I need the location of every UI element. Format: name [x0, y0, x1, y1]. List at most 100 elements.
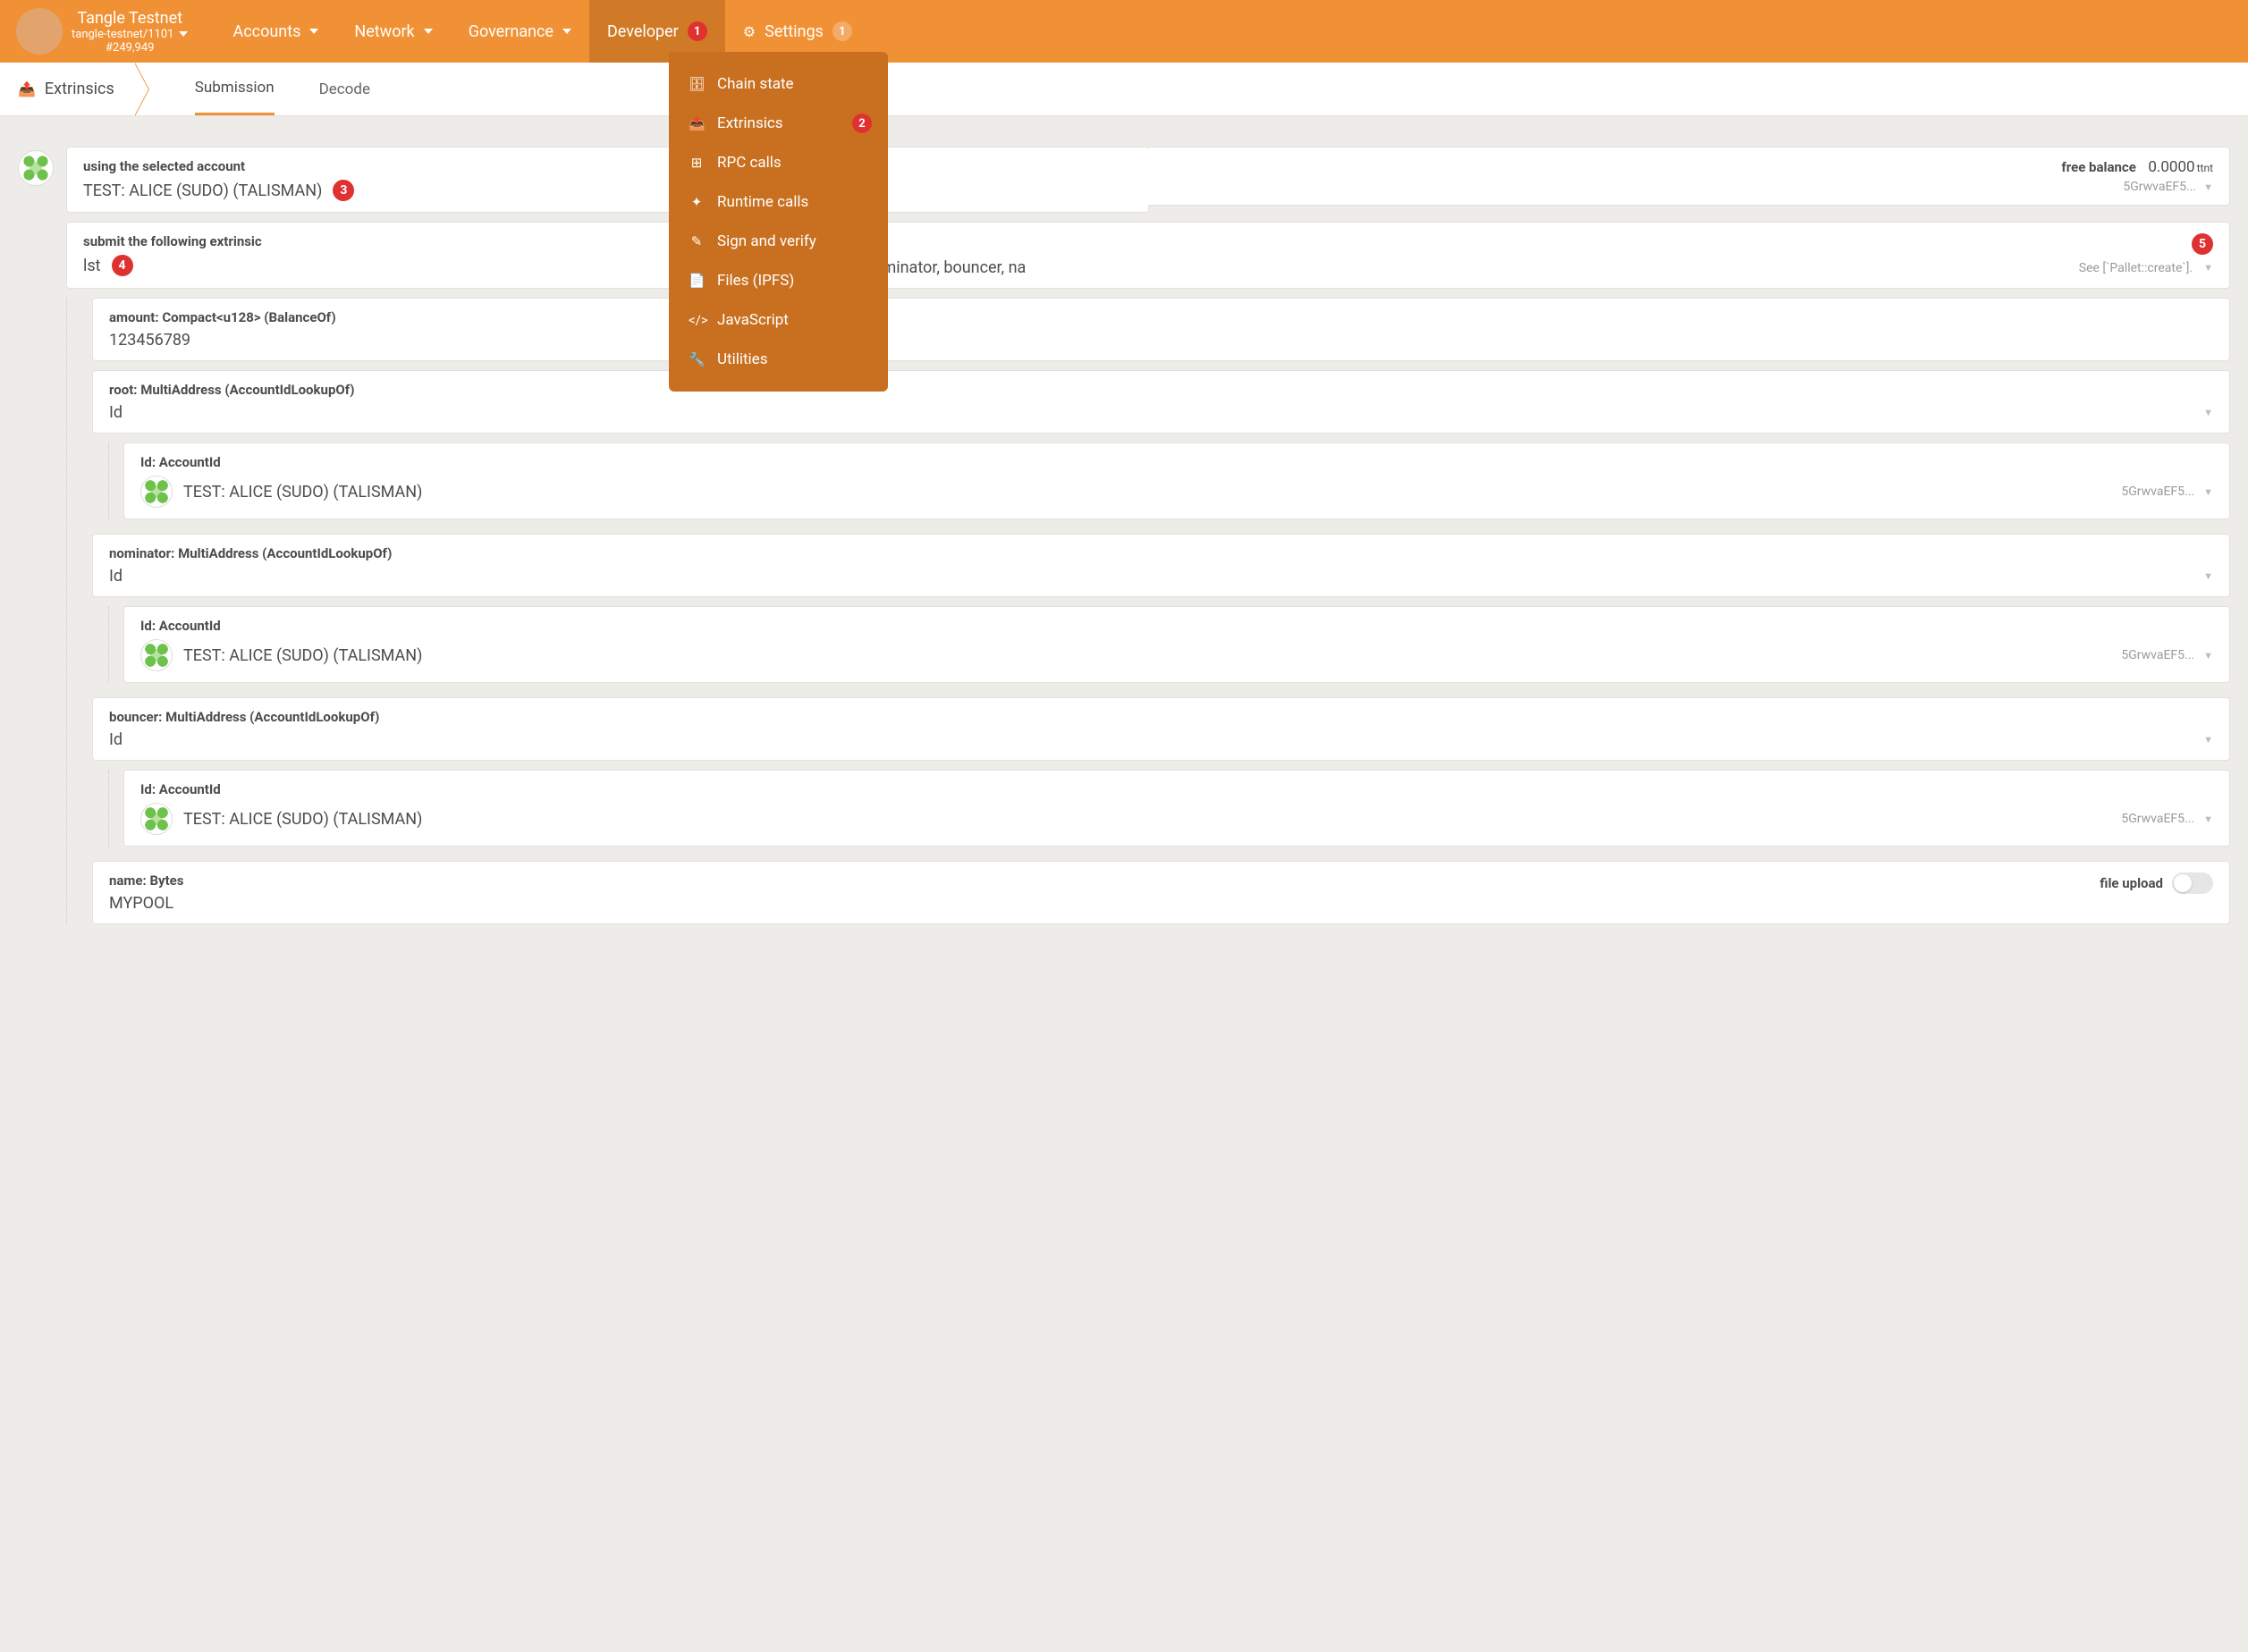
- balance-label: free balance: [2061, 159, 2135, 175]
- nav-accounts[interactable]: Accounts: [232, 22, 318, 41]
- field-label: amount: Compact<u128> (BalanceOf): [109, 309, 2213, 325]
- nav-network[interactable]: Network: [354, 22, 432, 41]
- code-icon: </>: [689, 312, 705, 328]
- param-name[interactable]: file upload name: Bytes MYPOOL: [92, 861, 2230, 924]
- short-address: 5GrwvaEF5...: [2121, 485, 2194, 499]
- dd-sign[interactable]: ✎Sign and verify: [669, 222, 888, 261]
- breadcrumb-arrow-icon: [136, 63, 150, 116]
- short-address: 5GrwvaEF5...: [2121, 648, 2194, 662]
- chevron-down-icon: ▼: [2203, 407, 2213, 418]
- param-amount[interactable]: amount: Compact<u128> (BalanceOf) 123456…: [92, 298, 2230, 361]
- file-icon: 📄: [689, 273, 705, 289]
- tab-decode[interactable]: Decode: [319, 64, 370, 114]
- chevron-down-icon: ▼: [2203, 734, 2213, 746]
- network-icon: ⊞: [689, 155, 705, 171]
- field-value: MYPOOL: [109, 894, 2213, 913]
- chevron-down-icon: ▼: [2203, 262, 2213, 274]
- top-nav: Tangle Testnet tangle-testnet/1101 #249,…: [0, 0, 2248, 63]
- runtime-icon: ✦: [689, 194, 705, 210]
- content: using the selected account TEST: ALICE (…: [0, 116, 2248, 951]
- dd-files[interactable]: 📄Files (IPFS): [669, 261, 888, 300]
- chevron-down-icon: [424, 29, 433, 34]
- tab-submission[interactable]: Submission: [195, 63, 275, 115]
- signature-icon: ✎: [689, 233, 705, 249]
- chevron-down-icon[interactable]: ▼: [2203, 181, 2213, 193]
- gear-icon: ⚙: [743, 23, 756, 40]
- nav-settings[interactable]: ⚙Settings1: [743, 21, 852, 41]
- chain-block: #249,949: [106, 41, 154, 55]
- pallet-value: lst: [83, 257, 101, 275]
- chain-spec: tangle-testnet/1101: [72, 28, 173, 41]
- nav-governance[interactable]: Governance: [469, 22, 571, 41]
- dd-runtime[interactable]: ✦Runtime calls: [669, 182, 888, 222]
- dd-utilities[interactable]: 🔧Utilities: [669, 340, 888, 379]
- identicon: [18, 150, 54, 186]
- field-label: Id: AccountId: [140, 781, 2213, 797]
- field-label: bouncer: MultiAddress (AccountIdLookupOf…: [109, 709, 2213, 725]
- dd-extrinsics[interactable]: 📤Extrinsics2: [669, 104, 888, 143]
- box-icon: 📤: [18, 80, 36, 97]
- balance-unit: ttnt: [2197, 162, 2213, 174]
- field-label: name: Bytes: [109, 872, 2213, 889]
- field-label: submit the following extrinsic: [83, 233, 682, 249]
- call-selector[interactable]: 5 create(amount, root, nominator, bounce…: [699, 222, 2230, 289]
- sub-nav: 📤 Extrinsics Submission Decode: [0, 63, 2248, 116]
- chevron-down-icon: ▼: [2203, 813, 2213, 825]
- chain-name: Tangle Testnet: [77, 9, 182, 28]
- short-address: 5GrwvaEF5...: [2121, 812, 2194, 826]
- field-label: using the selected account: [83, 158, 1132, 174]
- account-value: TEST: ALICE (SUDO) (TALISMAN): [83, 181, 322, 200]
- settings-badge: 1: [832, 21, 852, 41]
- box-icon: 📤: [689, 115, 705, 131]
- step-badge-5: 5: [2192, 233, 2213, 255]
- dd-javascript[interactable]: </>JavaScript: [669, 300, 888, 340]
- param-nominator-id[interactable]: Id: AccountId TEST: ALICE (SUDO) (TALISM…: [123, 606, 2230, 683]
- database-icon: 🗄: [689, 76, 705, 92]
- chevron-down-icon: [562, 29, 571, 34]
- call-hint: See [`Pallet::create`].: [2079, 261, 2193, 275]
- identicon: [140, 639, 173, 671]
- file-upload-toggle[interactable]: [2172, 872, 2213, 894]
- param-root[interactable]: root: MultiAddress (AccountIdLookupOf) I…: [92, 370, 2230, 434]
- wrench-icon: 🔧: [689, 351, 705, 367]
- field-label: nominator: MultiAddress (AccountIdLookup…: [109, 545, 2213, 561]
- balance-value: 0.0000: [2148, 158, 2194, 176]
- dd-chain-state[interactable]: 🗄Chain state: [669, 64, 888, 104]
- balance-panel: free balance 0.0000ttnt 5GrwvaEF5... ▼: [1148, 147, 2230, 206]
- param-bouncer[interactable]: bouncer: MultiAddress (AccountIdLookupOf…: [92, 697, 2230, 761]
- field-value: Id: [109, 730, 123, 749]
- chevron-down-icon: ▼: [2203, 650, 2213, 662]
- identicon: [140, 803, 173, 835]
- dd-rpc[interactable]: ⊞RPC calls: [669, 143, 888, 182]
- breadcrumb: 📤 Extrinsics: [18, 80, 136, 98]
- field-value: TEST: ALICE (SUDO) (TALISMAN): [183, 810, 422, 829]
- param-bouncer-id[interactable]: Id: AccountId TEST: ALICE (SUDO) (TALISM…: [123, 770, 2230, 847]
- param-nominator[interactable]: nominator: MultiAddress (AccountIdLookup…: [92, 534, 2230, 597]
- developer-dropdown: 🗄Chain state 📤Extrinsics2 ⊞RPC calls ✦Ru…: [669, 52, 888, 392]
- step-badge-2: 2: [852, 114, 872, 133]
- short-address: 5GrwvaEF5...: [2123, 180, 2196, 194]
- params: amount: Compact<u128> (BalanceOf) 123456…: [66, 298, 2230, 924]
- field-label: root: MultiAddress (AccountIdLookupOf): [109, 382, 2213, 398]
- chevron-down-icon: [309, 29, 318, 34]
- chevron-down-icon: ▼: [2203, 486, 2213, 498]
- chain-selector[interactable]: Tangle Testnet tangle-testnet/1101 #249,…: [72, 9, 188, 55]
- field-value: TEST: ALICE (SUDO) (TALISMAN): [183, 646, 422, 665]
- param-root-id[interactable]: Id: AccountId TEST: ALICE (SUDO) (TALISM…: [123, 442, 2230, 519]
- field-label: Id: AccountId: [140, 454, 2213, 470]
- step-badge-4: 4: [112, 255, 133, 276]
- pallet-selector[interactable]: submit the following extrinsic lst4 ▼: [66, 222, 699, 289]
- identicon: [140, 476, 173, 508]
- field-value: Id: [109, 403, 123, 422]
- chain-logo: [16, 8, 63, 55]
- account-selector[interactable]: using the selected account TEST: ALICE (…: [66, 147, 1149, 213]
- chevron-down-icon: ▼: [2203, 570, 2213, 582]
- field-label: Id: AccountId: [140, 618, 2213, 634]
- step-badge-3: 3: [333, 180, 354, 201]
- chevron-down-icon: [179, 31, 188, 37]
- field-value: 123456789: [109, 331, 2213, 350]
- field-value: Id: [109, 567, 123, 586]
- step-badge-1: 1: [688, 21, 707, 41]
- file-upload-label: file upload: [2100, 875, 2163, 891]
- field-value: TEST: ALICE (SUDO) (TALISMAN): [183, 483, 422, 502]
